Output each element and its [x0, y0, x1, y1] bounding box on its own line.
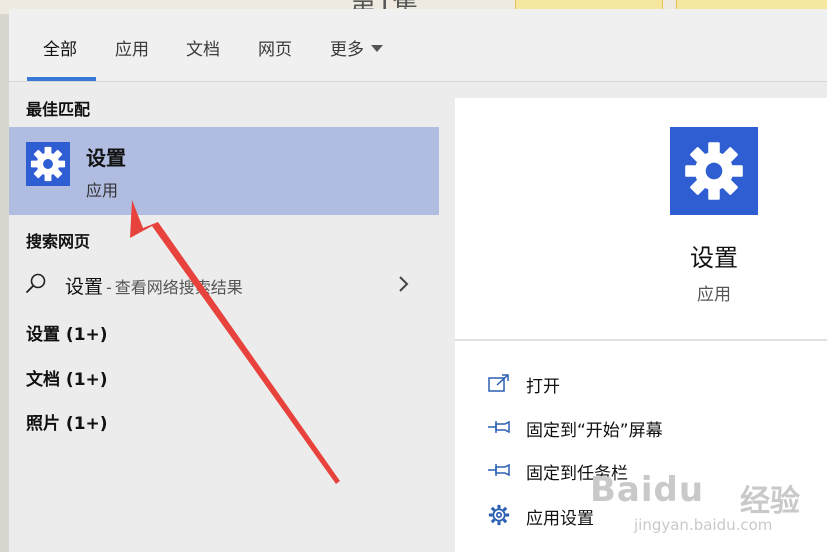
watermark-logo: Baidu: [590, 470, 705, 510]
watermark: Baidu 经验 jingyan.baidu.com: [590, 470, 810, 542]
annotation-arrow-shape: [130, 200, 340, 484]
watermark-url: jingyan.baidu.com: [634, 516, 773, 534]
watermark-brand: 经验: [740, 484, 800, 519]
